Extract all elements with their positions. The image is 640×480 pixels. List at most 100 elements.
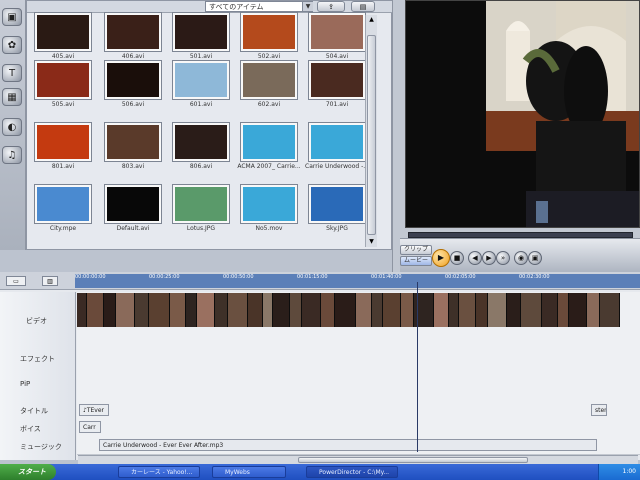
- library-thumbnail[interactable]: [34, 122, 92, 162]
- fast-forward-icon[interactable]: »: [496, 251, 510, 265]
- video-frame: [290, 293, 302, 327]
- library-thumbnail[interactable]: [104, 12, 162, 52]
- volume-icon[interactable]: ◉: [514, 251, 528, 265]
- video-track[interactable]: [77, 292, 640, 353]
- tool-strip: ▣ ✿ T ▦ ◐ ♫: [0, 0, 26, 250]
- timeline-ruler[interactable]: 00:00:00:00 00:00:25:00 00:00:50:00 00:01:1…: [75, 274, 640, 288]
- library-thumbnail[interactable]: [240, 122, 298, 162]
- video-frame: [104, 293, 116, 327]
- stop-icon[interactable]: ■: [450, 251, 464, 265]
- system-tray-clock: 1:00: [598, 464, 640, 480]
- library-thumbnail[interactable]: [308, 60, 366, 100]
- music-track[interactable]: Carrie Underwood - Ever Ever After.mp3: [77, 436, 640, 455]
- title-clip-end[interactable]: ster: [591, 404, 607, 416]
- library-filter-dropdown[interactable]: すべてのアイテム ▼: [205, 1, 313, 12]
- import-button[interactable]: ⇪: [317, 1, 345, 12]
- video-frame: [87, 293, 104, 327]
- video-frame: [558, 293, 569, 327]
- library-thumbnail-label: No5.mov: [255, 225, 283, 232]
- voice-track[interactable]: Carr: [77, 418, 640, 437]
- library-thumbnail[interactable]: [104, 60, 162, 100]
- pip-track[interactable]: [77, 368, 640, 403]
- library-thumbnail-label: 601.avi: [189, 101, 213, 108]
- movie-mode-button[interactable]: ムービー: [400, 256, 432, 266]
- library-thumbnail-label: 506.avi: [121, 101, 145, 108]
- step-forward-icon[interactable]: ▶: [482, 251, 496, 265]
- transition-room-icon[interactable]: ▦: [2, 88, 22, 106]
- video-frame: [135, 293, 149, 327]
- video-frame: [149, 293, 170, 327]
- taskbar-item-active[interactable]: PowerDirector - C:\My...: [306, 466, 398, 478]
- media-library: すべてのアイテム ▼ ⇪ ▤ 405.avi 406.avi 501.avi 502.…: [26, 0, 393, 250]
- video-frame: [170, 293, 186, 327]
- library-thumbnail[interactable]: [104, 184, 162, 224]
- ruler-tick-label: 00:02:30:00: [519, 274, 550, 280]
- library-thumbnail[interactable]: [240, 12, 298, 52]
- library-thumbnail[interactable]: [34, 60, 92, 100]
- taskbar-item[interactable]: カーレース - Yahoo!...: [118, 466, 200, 478]
- library-thumbnail[interactable]: [172, 122, 230, 162]
- timeline-scroll-thumb[interactable]: [298, 457, 528, 463]
- library-thumbnail-label: 405.avi: [51, 53, 75, 60]
- title-room-icon[interactable]: T: [2, 64, 22, 82]
- video-frame: [542, 293, 558, 327]
- video-frame: [600, 293, 620, 327]
- start-button[interactable]: スタート: [0, 464, 56, 480]
- title-clip[interactable]: ♪TEver: [79, 404, 109, 416]
- snapshot-icon[interactable]: ▣: [528, 251, 542, 265]
- ruler-tick-label: 00:02:05:00: [445, 274, 476, 280]
- library-thumbnail-label: 701.avi: [325, 101, 349, 108]
- library-thumbnail[interactable]: [172, 12, 230, 52]
- library-thumbnail[interactable]: [240, 60, 298, 100]
- voice-clip[interactable]: Carr: [79, 421, 101, 433]
- title-track[interactable]: ♪TEver ster: [77, 402, 640, 419]
- library-thumbnail-label: ACMA 2007_ Carrie...: [237, 163, 301, 170]
- video-frame: [401, 293, 414, 327]
- storyboard-toggle-icon[interactable]: ▭: [6, 276, 26, 286]
- library-thumbnail-label: 505.avi: [51, 101, 75, 108]
- chevron-down-icon[interactable]: ▼: [302, 2, 313, 11]
- video-frame: [521, 293, 542, 327]
- scroll-up-icon[interactable]: ▲: [366, 15, 377, 25]
- library-thumbnail-label: Lotus.JPG: [186, 225, 216, 232]
- preview-video: [405, 0, 640, 228]
- view-toggle-button[interactable]: ▤: [351, 1, 375, 12]
- library-thumbnail[interactable]: [34, 12, 92, 52]
- library-scrollbar[interactable]: ▲ ▼: [365, 15, 377, 247]
- video-frame: [215, 293, 228, 327]
- library-thumbnail[interactable]: [240, 184, 298, 224]
- video-frame: [476, 293, 488, 327]
- media-import-icon[interactable]: ▣: [2, 8, 22, 26]
- clip-mode-button[interactable]: クリップ: [400, 245, 432, 255]
- video-frame: [335, 293, 356, 327]
- library-thumbnail[interactable]: [308, 12, 366, 52]
- video-frame: [228, 293, 248, 327]
- video-frame: [77, 293, 87, 327]
- music-clip[interactable]: Carrie Underwood - Ever Ever After.mp3: [99, 439, 597, 451]
- timeline-view-icon[interactable]: ▥: [42, 276, 58, 286]
- library-thumbnail[interactable]: [172, 60, 230, 100]
- effect-room-icon[interactable]: ✿: [2, 36, 22, 54]
- voice-record-icon[interactable]: ♫: [2, 146, 22, 164]
- library-thumbnail-label: 502.avi: [257, 53, 281, 60]
- timeline-playhead[interactable]: [417, 282, 418, 452]
- audio-mix-icon[interactable]: ◐: [2, 118, 22, 136]
- scroll-down-icon[interactable]: ▼: [366, 237, 377, 247]
- library-scroll-thumb[interactable]: [367, 35, 376, 235]
- effect-track[interactable]: [77, 352, 640, 369]
- library-thumbnail[interactable]: [172, 184, 230, 224]
- video-frame: [116, 293, 135, 327]
- library-thumbnail[interactable]: [104, 122, 162, 162]
- library-thumbnail-label: 806.avi: [189, 163, 213, 170]
- library-thumbnail-label: Sky.JPG: [326, 225, 348, 232]
- taskbar-item[interactable]: MyWebs: [212, 466, 286, 478]
- library-thumbnail-label: 602.avi: [257, 101, 281, 108]
- timeline-scrollbar[interactable]: [78, 455, 638, 464]
- library-thumbnail[interactable]: [308, 122, 366, 162]
- play-icon[interactable]: ▶: [432, 249, 450, 267]
- step-back-icon[interactable]: ◀: [468, 251, 482, 265]
- video-frame: [273, 293, 290, 327]
- library-thumbnail[interactable]: [308, 184, 366, 224]
- library-thumbnail[interactable]: [34, 184, 92, 224]
- library-filter-label: すべてのアイテム: [209, 3, 264, 11]
